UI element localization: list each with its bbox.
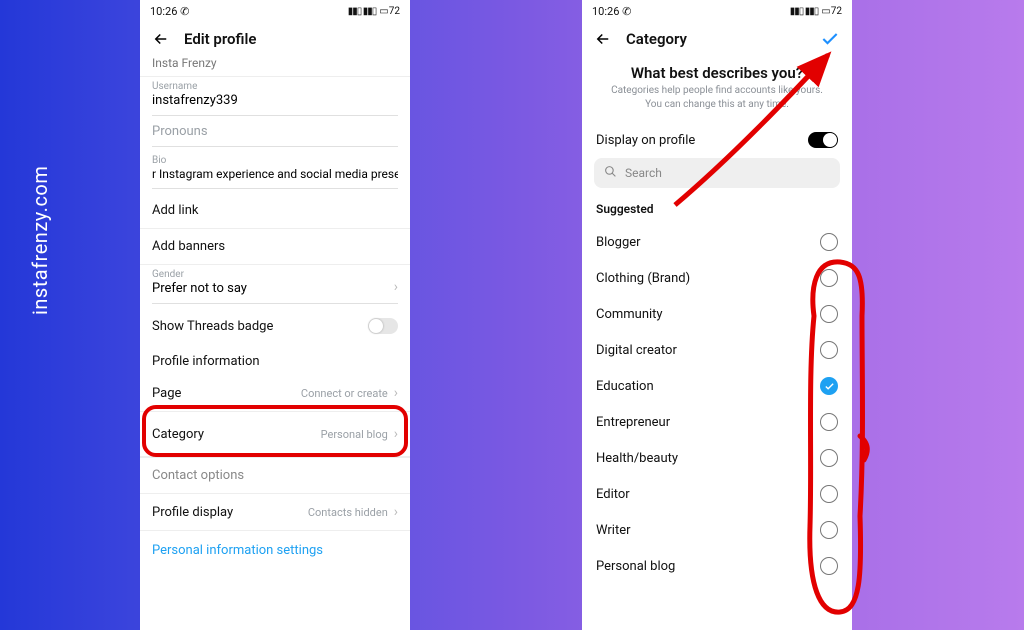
category-label: Personal blog xyxy=(596,559,675,574)
whatsapp-icon: ✆ xyxy=(622,5,631,18)
radio-icon[interactable] xyxy=(820,557,838,575)
search-placeholder: Search xyxy=(625,166,662,180)
radio-icon[interactable] xyxy=(820,269,838,287)
page-row[interactable]: Page Connect or create › xyxy=(140,375,410,412)
username-field[interactable]: Username instafrenzy339 xyxy=(140,77,410,120)
field-value: Pronouns xyxy=(152,124,398,147)
phone-edit-profile: 10:26 ✆ ▮▮▯ ▮▮▯ ▭72 Edit profile Insta F… xyxy=(140,0,410,630)
category-option[interactable]: Personal blog xyxy=(582,548,852,584)
field-label: Username xyxy=(152,81,398,92)
row-label: Add link xyxy=(152,203,398,218)
row-value: Personal blog xyxy=(321,428,388,441)
row-value: Connect or create xyxy=(301,387,388,400)
add-link-row[interactable]: Add link xyxy=(140,193,410,229)
display-on-profile-row[interactable]: Display on profile xyxy=(582,122,852,158)
signal-icon: ▮▮▯ ▮▮▯ xyxy=(348,6,377,17)
status-time: 10:26 ✆ xyxy=(592,5,631,18)
radio-icon[interactable] xyxy=(820,449,838,467)
chevron-right-icon: › xyxy=(394,385,398,401)
header: Edit profile xyxy=(140,22,410,56)
pronouns-field[interactable]: Pronouns xyxy=(140,120,410,151)
category-label: Education xyxy=(596,379,654,394)
search-icon xyxy=(604,165,617,181)
row-label: Add banners xyxy=(152,239,398,254)
field-value: instafrenzy339 xyxy=(152,93,398,116)
header: Category xyxy=(582,22,852,56)
status-icons: ▮▮▯ ▮▮▯ ▭72 xyxy=(790,6,842,17)
radio-icon[interactable] xyxy=(820,521,838,539)
category-option[interactable]: Editor xyxy=(582,476,852,512)
radio-selected-icon[interactable] xyxy=(820,377,838,395)
category-label: Entrepreneur xyxy=(596,415,670,430)
status-time: 10:26 ✆ xyxy=(150,5,189,18)
category-option[interactable]: Health/beauty xyxy=(582,440,852,476)
row-label: Profile display xyxy=(152,505,308,520)
row-label: Display on profile xyxy=(596,133,695,148)
add-banners-row[interactable]: Add banners xyxy=(140,229,410,265)
field-label: Bio xyxy=(152,155,398,166)
search-input[interactable]: Search xyxy=(594,158,840,188)
toggle-switch[interactable] xyxy=(808,132,838,148)
field-label: Gender xyxy=(152,269,398,280)
gradient-background: instafrenzy.com 10:26 ✆ ▮▮▯ ▮▮▯ ▭72 Edit… xyxy=(0,0,1024,630)
status-icons: ▮▮▯ ▮▮▯ ▭72 xyxy=(348,6,400,17)
status-bar: 10:26 ✆ ▮▮▯ ▮▮▯ ▭72 xyxy=(140,0,410,22)
category-option[interactable]: Digital creator xyxy=(582,332,852,368)
signal-icon: ▮▮▯ ▮▮▯ xyxy=(790,6,819,17)
row-value: Contacts hidden xyxy=(308,506,388,519)
status-bar: 10:26 ✆ ▮▮▯ ▮▮▯ ▭72 xyxy=(582,0,852,22)
back-arrow-icon[interactable] xyxy=(152,30,170,48)
row-label: Show Threads badge xyxy=(152,319,368,334)
battery-icon: ▭72 xyxy=(379,6,400,17)
category-label: Blogger xyxy=(596,235,641,250)
category-label: Digital creator xyxy=(596,343,677,358)
radio-icon[interactable] xyxy=(820,485,838,503)
category-label: Community xyxy=(596,307,663,322)
category-option[interactable]: Writer xyxy=(582,512,852,548)
row-label: Contact options xyxy=(152,468,398,483)
toggle-switch[interactable] xyxy=(368,318,398,334)
category-option[interactable]: Entrepreneur xyxy=(582,404,852,440)
category-subtext: Categories help people find accounts lik… xyxy=(582,84,852,122)
header-title: Edit profile xyxy=(184,30,256,48)
confirm-check-icon[interactable] xyxy=(820,29,840,49)
radio-icon[interactable] xyxy=(820,305,838,323)
category-label: Editor xyxy=(596,487,630,502)
row-label: Category xyxy=(152,427,321,442)
radio-icon[interactable] xyxy=(820,341,838,359)
whatsapp-icon: ✆ xyxy=(180,5,189,18)
category-option[interactable]: Blogger xyxy=(582,224,852,260)
suggested-heading: Suggested xyxy=(582,198,852,224)
name-field-truncated[interactable]: Insta Frenzy xyxy=(140,56,410,77)
watermark-text: instafrenzy.com xyxy=(28,166,52,315)
header-title: Category xyxy=(626,30,687,48)
gender-field[interactable]: Gender Prefer not to say › xyxy=(140,265,410,308)
battery-icon: ▭72 xyxy=(821,6,842,17)
radio-icon[interactable] xyxy=(820,233,838,251)
chevron-right-icon: › xyxy=(394,279,398,295)
personal-info-settings-link[interactable]: Personal information settings xyxy=(140,531,410,570)
chevron-right-icon: › xyxy=(394,504,398,520)
category-label: Health/beauty xyxy=(596,451,678,466)
phone-category: 10:26 ✆ ▮▮▯ ▮▮▯ ▭72 Category What best d… xyxy=(582,0,852,630)
category-row[interactable]: Category Personal blog › xyxy=(140,412,410,457)
contact-options-row[interactable]: Contact options xyxy=(140,457,410,494)
threads-badge-row[interactable]: Show Threads badge xyxy=(140,308,410,344)
chevron-right-icon: › xyxy=(394,426,398,442)
back-arrow-icon[interactable] xyxy=(594,30,612,48)
bio-field[interactable]: Bio r Instagram experience and social me… xyxy=(140,151,410,193)
category-list: Blogger Clothing (Brand) Community Digital … xyxy=(582,224,852,584)
category-heading: What best describes you? xyxy=(582,56,852,84)
category-option[interactable]: Education xyxy=(582,368,852,404)
category-option[interactable]: Community xyxy=(582,296,852,332)
profile-display-row[interactable]: Profile display Contacts hidden › xyxy=(140,494,410,531)
radio-icon[interactable] xyxy=(820,413,838,431)
profile-info-heading: Profile information xyxy=(140,344,410,375)
field-value: r Instagram experience and social media … xyxy=(152,167,398,189)
category-label: Writer xyxy=(596,523,631,538)
category-label: Clothing (Brand) xyxy=(596,271,690,286)
row-label: Page xyxy=(152,386,301,401)
category-option[interactable]: Clothing (Brand) xyxy=(582,260,852,296)
field-value: Prefer not to say xyxy=(152,281,398,304)
